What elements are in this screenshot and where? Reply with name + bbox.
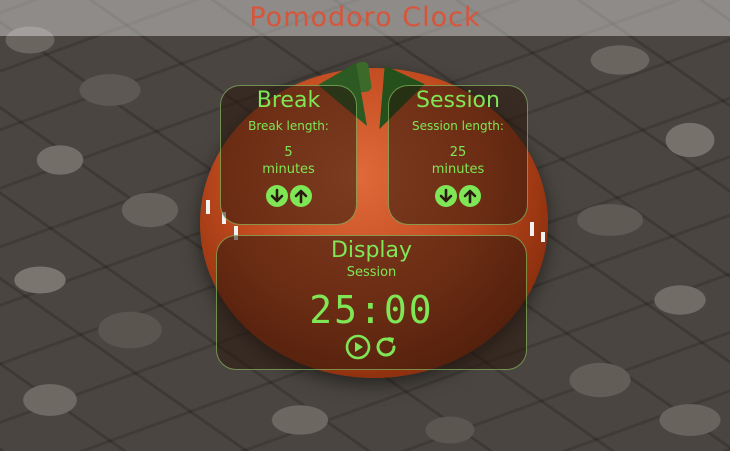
refresh-icon	[376, 337, 395, 357]
break-title: Break	[256, 88, 321, 113]
session-increment-button[interactable]	[459, 185, 481, 207]
arrow-down-circle-icon	[439, 188, 453, 203]
break-increment-button[interactable]	[289, 185, 312, 207]
session-decrement-button[interactable]	[435, 185, 457, 207]
session-length-label: Session length:	[412, 119, 504, 133]
play-button[interactable]	[345, 334, 371, 360]
session-length-value: 25	[449, 145, 467, 160]
session-length-unit: minutes	[431, 162, 485, 177]
dial-tick	[541, 232, 545, 242]
timer-display: 25:00	[309, 288, 434, 332]
display-title: Display	[330, 238, 413, 263]
dial-tick	[206, 200, 210, 214]
session-title: Session	[416, 88, 500, 113]
break-decrement-button[interactable]	[265, 185, 288, 207]
reset-button[interactable]	[373, 334, 399, 360]
break-panel: Break Break length: 5 minutes	[220, 85, 357, 225]
break-length-unit: minutes	[262, 162, 315, 177]
arrow-up-circle-icon	[294, 189, 307, 204]
display-panel: Display Session 25:00	[216, 235, 527, 370]
display-mode: Session	[346, 265, 397, 280]
play-circle-icon	[345, 334, 370, 360]
arrow-down-circle-icon	[270, 188, 283, 203]
arrow-up-circle-icon	[463, 189, 477, 204]
app-title: Pomodoro Clock	[249, 2, 481, 33]
dial-tick	[530, 222, 534, 236]
break-length-label: Break length:	[248, 119, 329, 133]
session-panel: Session Session length: 25 minutes	[388, 85, 528, 225]
break-length-value: 5	[284, 145, 293, 160]
